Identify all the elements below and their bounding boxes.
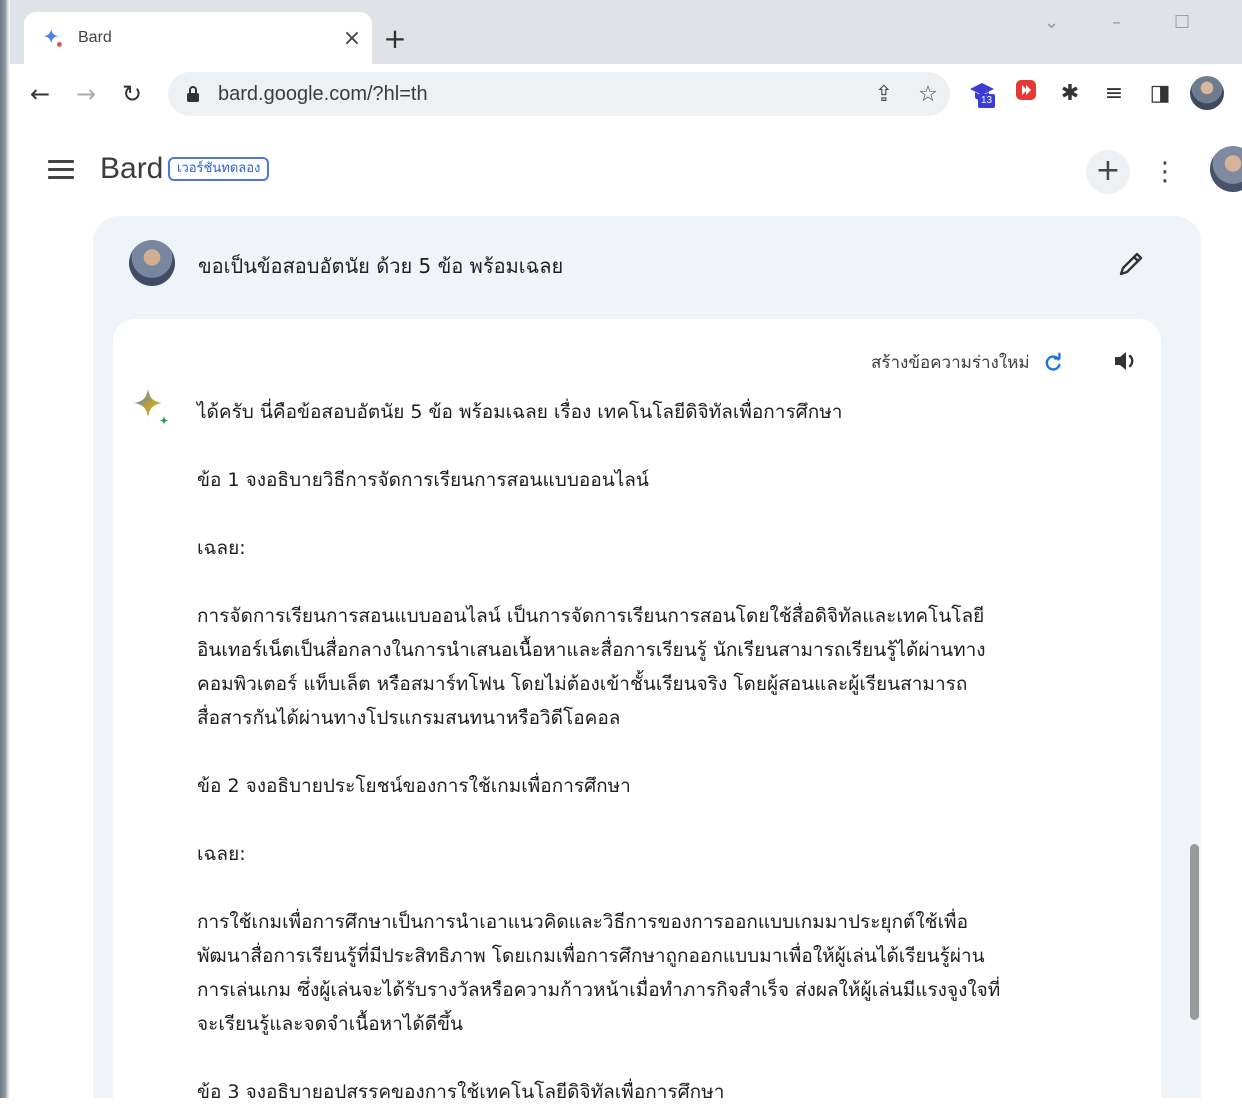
red-extension-icon [1016, 80, 1036, 100]
bard-sparkle-icon [134, 389, 169, 425]
bard-favicon-icon [43, 28, 62, 47]
extension-badge: 13 [978, 94, 996, 108]
scrollbar-thumb[interactable] [1190, 844, 1199, 1020]
question-1: ข้อ 1 จงอธิบายวิธีการจัดการเรียนการสอนแบ… [197, 469, 649, 491]
answer-2-line: การเล่นเกม ซึ่งผู้เล่นจะได้รับรางวัลหรือ… [197, 979, 1001, 1001]
browser-tab[interactable]: Bard × [24, 12, 372, 64]
desktop-edge [0, 0, 10, 1116]
edit-pencil-icon[interactable] [1111, 244, 1151, 284]
account-avatar[interactable] [1210, 146, 1242, 192]
answer-1-line: อินเทอร์เน็ตเป็นสื่อกลางในการนำเสนอเนื้อ… [197, 639, 986, 661]
answer-2-label: เฉลย: [197, 843, 246, 865]
extension-red-icon[interactable] [1010, 78, 1042, 110]
more-options-icon[interactable]: ⋮ [1152, 152, 1178, 192]
response-intro: ได้ครับ นี่คือข้อสอบอัตนัย 5 ข้อ พร้อมเฉ… [197, 401, 843, 423]
user-avatar [129, 240, 175, 286]
back-icon[interactable]: ← [24, 78, 56, 110]
answer-2-line: พัฒนาสื่อการเรียนรู้ที่มีประสิทธิภาพ โดย… [197, 945, 985, 967]
extension-graduation-icon[interactable]: 13 [966, 78, 998, 110]
brand-logo: Bard [100, 152, 164, 185]
speaker-icon[interactable] [1111, 347, 1139, 375]
bookmark-star-icon[interactable]: ☆ [906, 82, 950, 107]
conversation-panel: ขอเป็นข้อสอบอัตนัย ด้วย 5 ข้อ พร้อมเฉลย … [93, 216, 1201, 1116]
address-bar[interactable]: bard.google.com/?hl=th ⇪ ☆ [168, 72, 950, 116]
question-2: ข้อ 2 จงอธิบายประโยชน์ของการใช้เกมเพื่อก… [197, 775, 631, 797]
extensions-puzzle-icon[interactable]: ✱ [1054, 78, 1086, 110]
share-icon[interactable]: ⇪ [862, 82, 906, 107]
refresh-icon [1045, 352, 1061, 371]
profile-avatar[interactable] [1190, 76, 1224, 110]
answer-1-line: สื่อสารกันได้ผ่านทางโปรแกรมสนทนาหรือวิดี… [197, 707, 621, 729]
answer-2-line: จะเรียนรู้และจดจำเนื้อหาได้ดีขึ้น [197, 1013, 464, 1035]
menu-icon[interactable] [48, 160, 74, 180]
lock-icon [186, 86, 200, 102]
url-text[interactable]: bard.google.com/?hl=th [218, 83, 862, 106]
browser-chrome: Bard × + ⌄ – ☐ ← → ↻ bard.google.com/?hl… [10, 0, 1242, 124]
response-card: สร้างข้อความร่างใหม่ ได้ครับ นี่คือข้อสอ… [113, 319, 1161, 1116]
bottom-edge [0, 1098, 1242, 1116]
app-header: Bard เวอร์ชันทดลอง + ⋮ [10, 124, 1242, 216]
new-chat-button[interactable]: + [1086, 150, 1130, 194]
regenerate-label: สร้างข้อความร่างใหม่ [871, 353, 1030, 373]
browser-toolbar: ← → ↻ bard.google.com/?hl=th ⇪ ☆ 13 ✱ ≡ … [10, 64, 1242, 124]
response-text: ได้ครับ นี่คือข้อสอบอัตนัย 5 ข้อ พร้อมเฉ… [197, 395, 1117, 1109]
maximize-icon[interactable]: ☐ [1174, 12, 1190, 33]
forward-icon[interactable]: → [70, 78, 102, 110]
reload-icon[interactable]: ↻ [116, 78, 148, 110]
tab-search-icon[interactable]: ⌄ [1044, 12, 1059, 33]
regenerate-draft-button[interactable]: สร้างข้อความร่างใหม่ [871, 349, 1064, 376]
answer-1-label: เฉลย: [197, 537, 246, 559]
beta-badge: เวอร์ชันทดลอง [168, 157, 270, 181]
answer-1-line: การจัดการเรียนการสอนแบบออนไลน์ เป็นการจั… [197, 605, 985, 627]
answer-1-line: คอมพิวเตอร์ แท็บเล็ต หรือสมาร์ทโฟน โดยไม… [197, 673, 968, 695]
side-panel-icon[interactable]: ◨ [1144, 78, 1176, 110]
user-query: ขอเป็นข้อสอบอัตนัย ด้วย 5 ข้อ พร้อมเฉลย [198, 254, 564, 278]
reading-list-icon[interactable]: ≡ [1098, 78, 1130, 110]
new-tab-button[interactable]: + [380, 24, 410, 54]
tab-title: Bard [78, 29, 112, 46]
answer-2-line: การใช้เกมเพื่อการศึกษาเป็นการนำเอาแนวคิด… [197, 911, 968, 933]
minimize-icon[interactable]: – [1112, 12, 1121, 33]
close-tab-icon[interactable]: × [332, 26, 372, 51]
